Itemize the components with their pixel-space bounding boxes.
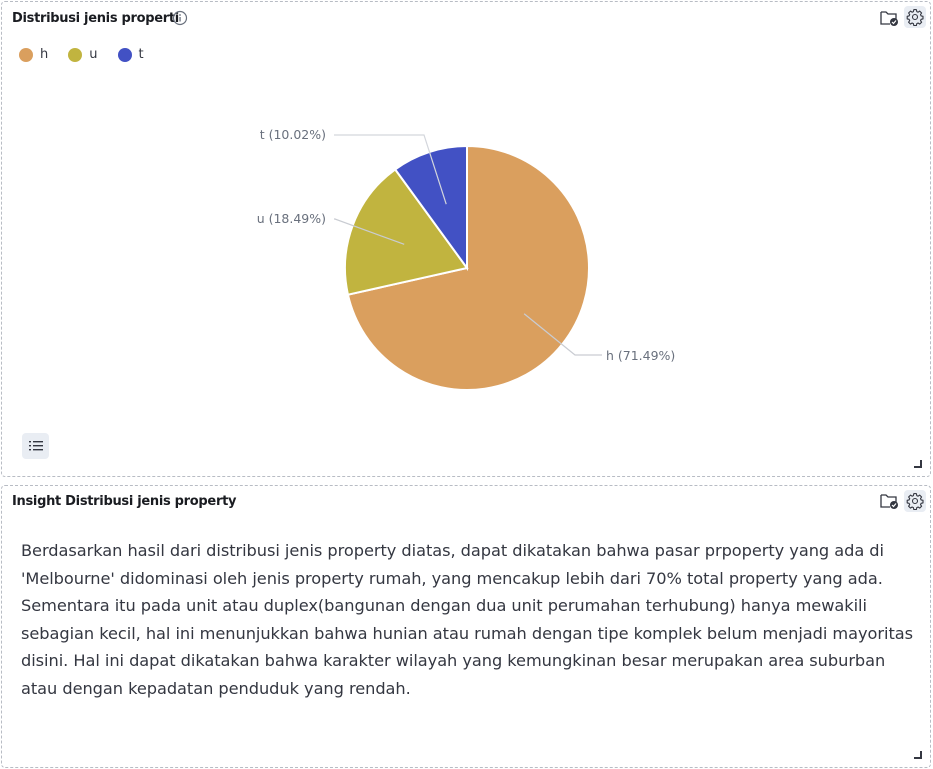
slice-label-h: h (71.49%)	[606, 348, 675, 363]
resize-handle[interactable]	[914, 460, 922, 468]
insight-panel: Insight Distribusi jenis property Berdas…	[1, 485, 931, 768]
slice-label-u: u (18.49%)	[257, 211, 326, 226]
insight-body-text: Berdasarkan hasil dari distribusi jenis …	[21, 541, 913, 698]
slice-label-t: t (10.02%)	[260, 127, 326, 142]
resize-handle[interactable]	[914, 751, 922, 759]
chart-panel: Distribusi jenis properti h u t h (71.49…	[1, 1, 931, 477]
gear-icon[interactable]	[904, 490, 926, 512]
panel-title: Insight Distribusi jenis property	[12, 494, 237, 509]
list-icon[interactable]	[22, 433, 49, 459]
folder-check-icon[interactable]	[878, 490, 900, 512]
pie-chart: h (71.49%) u (18.49%) t (10.02%)	[257, 127, 675, 391]
